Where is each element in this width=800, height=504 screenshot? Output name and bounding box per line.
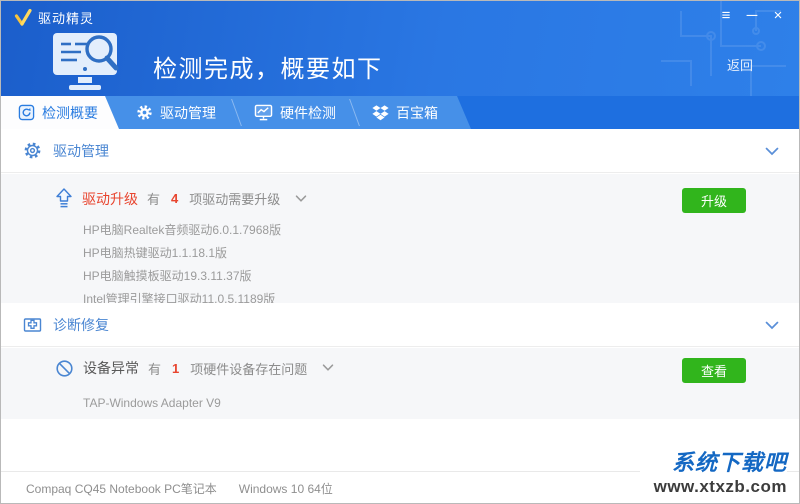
window-controls: ≡ ─ × (713, 5, 791, 27)
tab-label: 百宝箱 (396, 103, 438, 123)
upgrade-button[interactable]: 升级 (682, 188, 746, 213)
page-title: 检测完成，概要如下 (153, 49, 383, 84)
app-window: 驱动精灵 ≡ ─ × 检测完成，概要如下 返回 (0, 0, 800, 504)
row-title: 驱动升级 (82, 189, 138, 209)
section-driver-management-header: 驱动管理 (1, 129, 800, 173)
scan-monitor-icon (47, 33, 133, 91)
driver-upgrade-panel: 驱动升级 有 4 项驱动需要升级 升级 HP电脑Realtek音频驱动6.0.1… (1, 174, 800, 303)
refresh-doc-icon (18, 104, 35, 121)
watermark-site-url: www.xtxzb.com (654, 477, 787, 497)
chevron-down-icon[interactable] (765, 147, 779, 156)
repair-kit-icon (23, 316, 42, 334)
row-suffix: 项驱动需要升级 (189, 189, 280, 208)
device-issue-panel: 设备异常 有 1 项硬件设备存在问题 查看 TAP-Windows Adapte… (1, 348, 800, 419)
menu-icon[interactable]: ≡ (713, 5, 739, 27)
list-item: HP电脑Realtek音频驱动6.0.1.7968版 (83, 219, 281, 242)
section-diagnostic-repair-header: 诊断修复 (1, 303, 800, 347)
list-item: TAP-Windows Adapter V9 (83, 392, 221, 415)
close-icon[interactable]: × (765, 5, 791, 27)
row-prefix: 有 (147, 189, 160, 208)
row-prefix: 有 (148, 359, 161, 378)
header-banner: 驱动精灵 ≡ ─ × 检测完成，概要如下 返回 (1, 1, 800, 96)
tab-label: 驱动管理 (160, 103, 216, 123)
tab-driver-management[interactable]: 驱动管理 (119, 96, 237, 129)
section-title: 驱动管理 (53, 141, 109, 161)
gear-icon (136, 104, 153, 121)
tab-detection-summary[interactable]: 检测概要 (1, 96, 119, 129)
tab-bar: 检测概要 驱动管理 硬件检测 (1, 96, 800, 129)
tab-hardware-detection[interactable]: 硬件检测 (237, 96, 355, 129)
tab-toolbox[interactable]: 百宝箱 (355, 96, 455, 129)
row-suffix: 项硬件设备存在问题 (190, 359, 307, 378)
list-item: HP电脑热键驱动1.1.18.1版 (83, 242, 281, 265)
section-title: 诊断修复 (53, 315, 109, 335)
driver-upgrade-row: 驱动升级 有 4 项驱动需要升级 (55, 188, 307, 209)
gear-outline-icon (23, 141, 42, 160)
back-button[interactable]: 返回 (727, 55, 753, 74)
app-title: 驱动精灵 (38, 8, 94, 27)
computer-model: Compaq CQ45 Notebook PC笔记本 (26, 480, 217, 497)
upgrade-arrow-icon (55, 188, 73, 209)
driver-genius-logo-icon (13, 8, 32, 27)
view-button[interactable]: 查看 (682, 358, 746, 383)
tab-label: 检测概要 (42, 103, 98, 123)
no-entry-icon (55, 359, 74, 378)
issue-count: 1 (170, 361, 181, 376)
app-logo: 驱动精灵 (13, 8, 94, 27)
watermark-site-name: 系统下载吧 (654, 445, 787, 477)
row-title: 设备异常 (83, 358, 139, 378)
chevron-down-icon[interactable] (295, 195, 307, 203)
upgrade-count: 4 (169, 191, 180, 206)
issue-list: TAP-Windows Adapter V9 (83, 392, 221, 415)
driver-list: HP电脑Realtek音频驱动6.0.1.7968版 HP电脑热键驱动1.1.1… (83, 219, 281, 311)
toolbox-icon (372, 104, 389, 121)
chevron-down-icon[interactable] (765, 321, 779, 330)
minimize-icon[interactable]: ─ (739, 5, 765, 27)
monitor-chart-icon (254, 104, 273, 121)
site-watermark: 系统下载吧 www.xtxzb.com (640, 443, 787, 497)
list-item: HP电脑触摸板驱动19.3.11.37版 (83, 265, 281, 288)
device-issue-row: 设备异常 有 1 项硬件设备存在问题 (55, 358, 334, 378)
os-version: Windows 10 64位 (239, 480, 333, 497)
chevron-down-icon[interactable] (322, 364, 334, 372)
tab-label: 硬件检测 (280, 103, 336, 123)
